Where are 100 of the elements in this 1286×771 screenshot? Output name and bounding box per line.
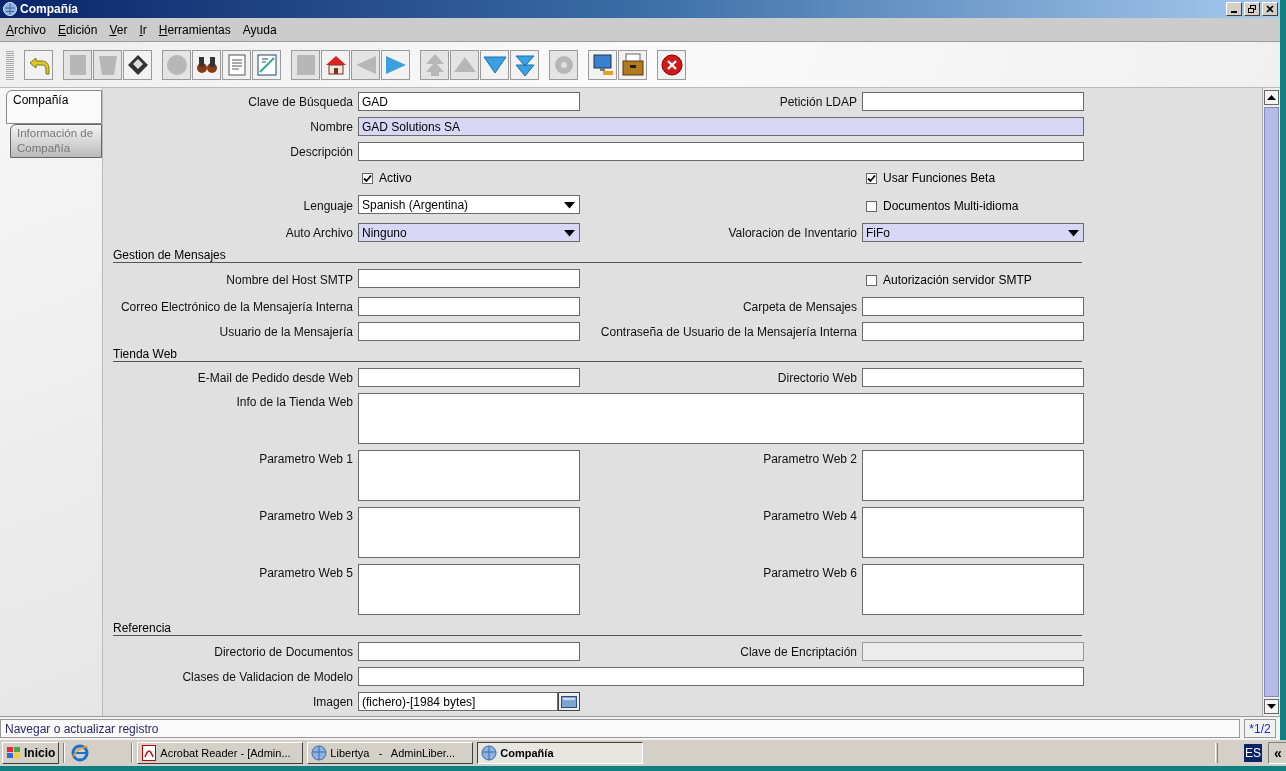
text-area[interactable] (358, 507, 580, 558)
field-label: Nombre (309, 119, 353, 134)
checkbox[interactable] (866, 172, 877, 184)
file-field[interactable]: (fichero)-[1984 bytes] (358, 692, 558, 711)
field-label: Parametro Web 6 (762, 565, 857, 580)
text-area[interactable] (358, 450, 580, 501)
field-label: Imagen (311, 694, 353, 709)
close-icon (1266, 5, 1274, 13)
flag-icon (6, 746, 22, 760)
dropdown[interactable]: Ninguno (358, 223, 580, 242)
text-area[interactable] (358, 393, 1084, 444)
field-label: Clave de Búsqueda (247, 94, 353, 109)
field-label: Nombre del Host SMTP (225, 273, 353, 287)
section-title: Tienda Web (113, 347, 178, 361)
text-field[interactable] (358, 642, 580, 661)
section-title: Gestion de Mensajes (113, 248, 226, 262)
text-field[interactable] (862, 92, 1084, 111)
field-label: E-Mail de Pedido desde Web (196, 370, 353, 385)
text-area[interactable] (862, 507, 1084, 558)
checkbox-label: Documentos Multi-idioma (883, 199, 1019, 213)
text-field[interactable] (358, 667, 1084, 686)
field-label: Auto Archivo (284, 225, 353, 240)
text-area[interactable] (862, 564, 1084, 615)
menu-item[interactable]: Edición (58, 22, 98, 37)
taskbar-button[interactable]: Acrobat Reader - [Admin... (137, 742, 304, 764)
window-title: Compañía (20, 2, 78, 16)
text-field[interactable]: GAD (358, 92, 580, 111)
globe-icon (3, 2, 17, 16)
toolbar-button[interactable] (657, 49, 686, 80)
minimize-icon (1230, 11, 1238, 13)
scroll-thumb[interactable] (1264, 107, 1279, 697)
text-field[interactable] (358, 368, 580, 387)
field-label: Contraseña de Usuario de la Mensajería Interna (599, 324, 857, 339)
field-label: Clave de Encriptación (739, 644, 857, 659)
text-area[interactable] (862, 450, 1084, 501)
globe-icon (311, 745, 328, 761)
field-label: Parametro Web 3 (258, 508, 353, 523)
taskbar-button[interactable]: Compañía (477, 742, 644, 764)
checkbox-label: Autorización servidor SMTP (883, 273, 1032, 287)
start-button[interactable]: Inicio (2, 742, 60, 764)
language-indicator[interactable]: ES (1244, 744, 1262, 762)
text-field[interactable] (358, 142, 1084, 161)
field-label: Parametro Web 4 (762, 508, 857, 523)
close-icon (658, 51, 685, 78)
field-label: Directorio de Documentos (213, 644, 353, 659)
show-hidden-icons-button[interactable]: « (1268, 742, 1286, 764)
menu-item[interactable]: Ir (139, 22, 147, 37)
text-field[interactable] (862, 322, 1084, 341)
close-button[interactable] (1262, 2, 1278, 16)
checkbox[interactable] (362, 172, 373, 184)
text-field[interactable] (862, 297, 1084, 316)
field-label: Directorio Web (776, 370, 857, 385)
record-counter: *1/2 (1244, 719, 1276, 738)
field-label: Descripción (289, 144, 353, 159)
down-arrow-icon (1267, 704, 1276, 709)
field-label: Petición LDAP (778, 94, 857, 109)
dropdown[interactable]: Spanish (Argentina) (358, 195, 580, 214)
toolbar-button[interactable] (321, 49, 350, 80)
dropdown[interactable]: FiFo (862, 223, 1084, 242)
menu-item[interactable]: Herramientas (158, 22, 231, 37)
globe-icon (481, 745, 498, 761)
checkbox[interactable] (866, 200, 877, 212)
folder-icon (561, 695, 577, 708)
text-field[interactable] (862, 368, 1084, 387)
text-field[interactable]: GAD Solutions SA (358, 117, 1084, 136)
scroll-down-button[interactable] (1264, 699, 1279, 714)
text-field[interactable] (358, 322, 580, 341)
checkbox-label: Activo (379, 171, 412, 185)
checkbox[interactable] (866, 274, 877, 286)
field-label: Lenguaje (302, 199, 353, 213)
document-icon (141, 745, 158, 761)
text-area[interactable] (358, 564, 580, 615)
field-label: Carpeta de Mensajes (741, 299, 857, 314)
toolbar-button[interactable] (588, 49, 617, 80)
status-message: Navegar o actualizar registro (0, 719, 1240, 738)
text-field[interactable] (358, 297, 580, 316)
minimize-button[interactable] (1226, 2, 1242, 16)
tab[interactable]: Información de Compañía (10, 124, 102, 158)
checkbox-label: Usar Funciones Beta (883, 171, 996, 185)
tab[interactable]: Compañía (6, 90, 102, 124)
field-label: Valoracion de Inventario (727, 225, 857, 240)
scroll-up-button[interactable] (1264, 90, 1279, 105)
menu-item[interactable]: Archivo (6, 22, 47, 37)
field-label: Info de la Tienda Web (235, 394, 353, 409)
taskbar-button[interactable]: Libertya - AdminLiber... (307, 742, 474, 764)
browse-button[interactable] (558, 692, 580, 711)
text-field[interactable] (358, 269, 580, 288)
restore-icon (1248, 5, 1256, 13)
globe-e-icon (71, 744, 90, 762)
box-icon (619, 51, 646, 78)
field-label: Clases de Validacion de Modelo (181, 669, 353, 684)
toolbar-button[interactable] (618, 49, 647, 80)
menu-item[interactable]: Ver (109, 22, 128, 37)
field-label: Parametro Web 5 (258, 565, 353, 580)
field-label: Usuario de la Mensajería (218, 324, 353, 339)
restore-button[interactable] (1244, 2, 1260, 16)
menu-item[interactable]: Ayuda (242, 22, 277, 37)
toolbar-button[interactable] (192, 49, 221, 80)
scrollbar[interactable] (1262, 88, 1280, 716)
field-label: Parametro Web 1 (258, 451, 353, 466)
